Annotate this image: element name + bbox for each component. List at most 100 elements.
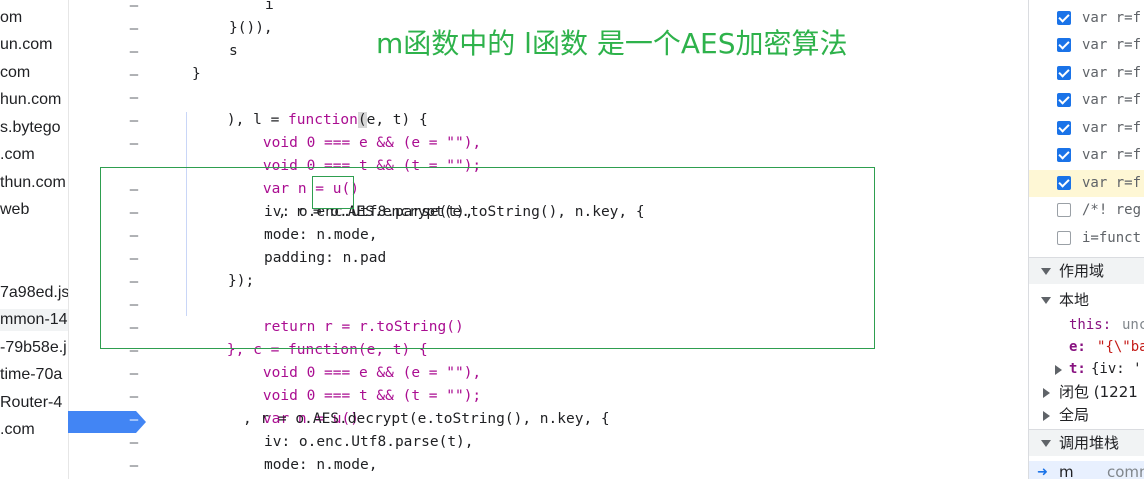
breakpoint-row[interactable]: var r=f [1029, 115, 1144, 142]
breakpoint-code: var r=f [1082, 65, 1142, 81]
scope-var-e[interactable]: e: "{\"ba [1029, 336, 1144, 359]
code-line: iv: o.enc.Utf8.parse(t), [264, 434, 474, 450]
breakpoint-checkbox[interactable] [1057, 203, 1071, 217]
breakpoint-checkbox[interactable] [1057, 38, 1071, 52]
global-scope-row[interactable]: 全局 [1029, 404, 1144, 427]
breakpoint-row[interactable]: var r=f [1029, 5, 1144, 32]
code-line: s [229, 43, 238, 59]
current-frame-arrow-icon: ➜ [1037, 465, 1048, 479]
code-line: var n = u() [228, 385, 359, 427]
breakpoint-row[interactable]: i=funct [1029, 225, 1144, 252]
code-line: ), l = function(e, t) { [192, 86, 428, 128]
code-line: void 0 === t && (t = ""); [228, 132, 481, 174]
breakpoint-checkbox[interactable] [1057, 121, 1071, 135]
chevron-right-icon [1043, 388, 1050, 398]
local-scope-row[interactable]: 本地 [1029, 289, 1144, 312]
callstack-header-label: 调用堆栈 [1059, 434, 1120, 452]
gutter-marker[interactable]: – [129, 409, 139, 432]
gutter-marker[interactable]: – [129, 18, 139, 41]
frame-file: comm [1107, 463, 1144, 479]
aes-highlight-box [312, 176, 354, 209]
var-value: {iv: ' [1091, 361, 1142, 377]
scope-header-label: 作用域 [1059, 262, 1105, 280]
breakpoint-row-active[interactable]: var r=f [1029, 170, 1144, 197]
file-item[interactable]: 7a98ed.js [0, 282, 68, 304]
breakpoint-checkbox[interactable] [1057, 231, 1071, 245]
frame-name: m [1059, 463, 1074, 479]
var-key: e: [1069, 339, 1086, 355]
code-line: }()), [229, 20, 273, 36]
chevron-down-icon [1041, 268, 1051, 275]
chevron-right-icon [1055, 365, 1062, 375]
gutter-marker[interactable]: – [129, 0, 139, 18]
file-item[interactable]: -79b58e.j [0, 337, 67, 359]
file-item[interactable]: .com [0, 144, 35, 166]
file-item[interactable]: web [0, 199, 29, 221]
gutter-marker[interactable]: – [129, 455, 139, 478]
gutter-marker[interactable]: – [129, 41, 139, 64]
chevron-down-icon [1041, 297, 1051, 304]
code-line: mode: n.mode, [264, 457, 378, 473]
highlight-box [100, 167, 875, 349]
callstack-section-header[interactable]: 调用堆栈 [1029, 429, 1144, 456]
debugger-sidebar: var r=f var r=f var r=f var r=f var r=f … [1028, 0, 1144, 479]
gutter-marker[interactable]: – [129, 64, 139, 87]
breakpoint-checkbox[interactable] [1057, 176, 1071, 190]
gutter-marker[interactable]: – [129, 363, 139, 386]
file-item[interactable]: .com [0, 419, 35, 441]
scope-var-t[interactable]: t: {iv: ' [1029, 358, 1144, 381]
gutter-marker[interactable]: – [129, 386, 139, 409]
code-line: } [192, 66, 201, 82]
code-line: i [265, 0, 274, 13]
scope-var-this[interactable]: this: unc [1029, 314, 1144, 337]
file-item[interactable]: Router-4 [0, 392, 62, 414]
gutter-marker[interactable]: – [129, 133, 139, 156]
breakpoint-marker[interactable] [68, 411, 146, 433]
breakpoint-row[interactable]: var r=f [1029, 60, 1144, 87]
breakpoint-row[interactable]: var r=f [1029, 142, 1144, 169]
chevron-right-icon [1043, 411, 1050, 421]
breakpoint-code: i=funct [1082, 230, 1142, 246]
code-line: void 0 === t && (t = ""); [228, 362, 481, 404]
breakpoint-code: var r=f [1082, 37, 1142, 53]
breakpoint-code: var r=f [1082, 175, 1142, 191]
breakpoint-code: var r=f [1082, 120, 1142, 136]
code-line: void 0 === e && (e = ""), [228, 109, 481, 151]
scope-section-header[interactable]: 作用域 [1029, 257, 1144, 284]
chevron-down-icon [1041, 440, 1051, 447]
breakpoint-code: var r=f [1082, 92, 1142, 108]
closure-scope-row[interactable]: 闭包 (1221 [1029, 381, 1144, 404]
code-line: , r = o.AES.decrypt(e.toString(), n.key,… [243, 411, 610, 427]
file-navigator: om un.com com hun.com s.bytego .com thun… [0, 0, 69, 479]
breakpoint-row[interactable]: var r=f [1029, 32, 1144, 59]
file-item[interactable]: com [0, 62, 30, 84]
closure-label: 闭包 (1221 [1059, 383, 1138, 401]
file-item[interactable]: thun.com [0, 172, 66, 194]
var-key: t: [1069, 361, 1086, 377]
file-item[interactable]: time-70a [0, 364, 62, 386]
breakpoint-row[interactable]: /*! reg [1029, 197, 1144, 224]
breakpoint-checkbox[interactable] [1057, 66, 1071, 80]
gutter-marker[interactable]: – [129, 87, 139, 110]
breakpoint-code: var r=f [1082, 10, 1142, 26]
breakpoint-code: var r=f [1082, 147, 1142, 163]
var-value: "{\"ba [1097, 339, 1144, 355]
breakpoint-checkbox[interactable] [1057, 148, 1071, 162]
file-item[interactable]: om [0, 7, 22, 29]
file-item[interactable]: hun.com [0, 89, 61, 111]
breakpoint-checkbox[interactable] [1057, 93, 1071, 107]
file-item[interactable]: un.com [0, 34, 52, 56]
file-item[interactable]: s.bytego [0, 117, 60, 139]
breakpoint-code: /*! reg [1082, 202, 1142, 218]
var-key: this: [1069, 317, 1112, 333]
gutter-marker[interactable]: – [129, 110, 139, 133]
breakpoint-checkbox[interactable] [1057, 11, 1071, 25]
callstack-frame[interactable]: ➜ m comm [1029, 461, 1144, 479]
file-item-selected[interactable]: mmon-14 [0, 309, 68, 331]
gutter-marker[interactable]: – [129, 432, 139, 455]
global-label: 全局 [1059, 406, 1090, 424]
annotation-label: m函数中的 l函数 是一个AES加密算法 [376, 27, 848, 60]
local-scope-label: 本地 [1059, 291, 1090, 309]
var-value: unc [1122, 317, 1144, 333]
breakpoint-row[interactable]: var r=f [1029, 87, 1144, 114]
